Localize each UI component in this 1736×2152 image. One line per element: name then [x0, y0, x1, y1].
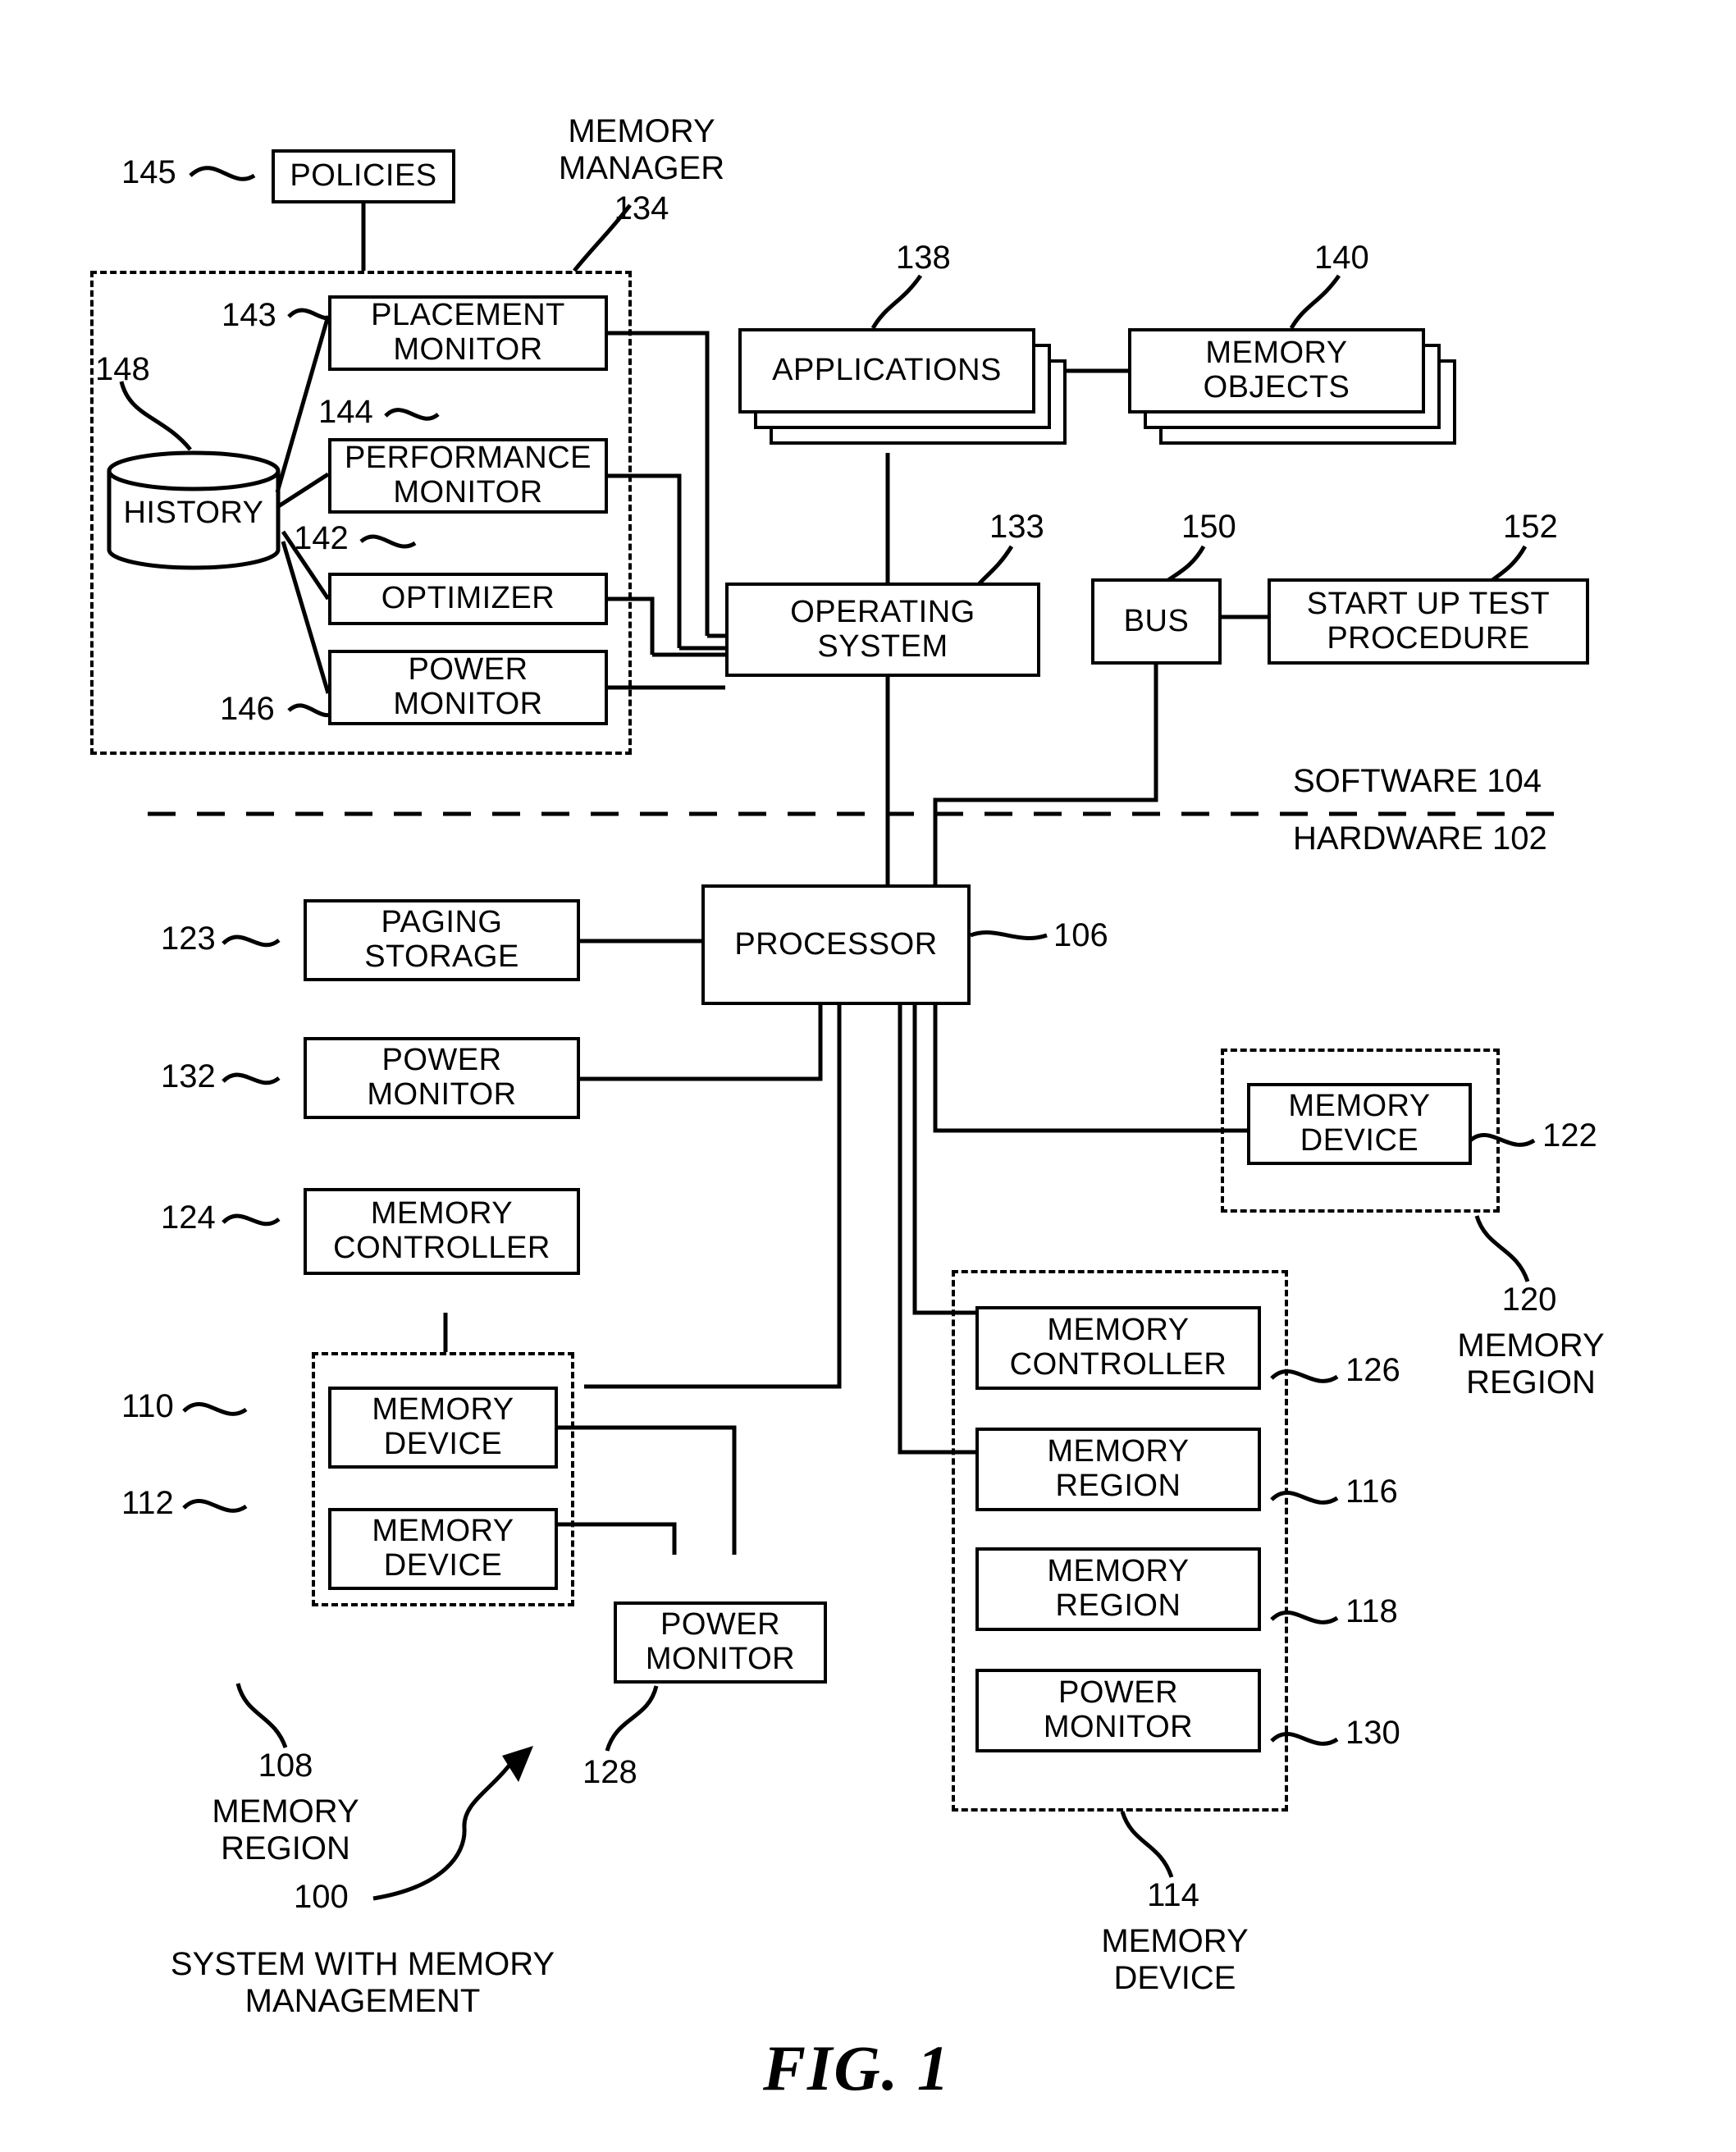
operating-system-block[interactable]: OPERATING SYSTEM [725, 583, 1040, 677]
ref-138: 138 [896, 240, 951, 276]
hardware-layer-label: HARDWARE 102 [1293, 820, 1547, 857]
ref-110: 110 [121, 1388, 174, 1424]
figure-label: FIG. 1 [763, 2032, 951, 2104]
performance-monitor-block[interactable]: PERFORMANCE MONITOR [328, 438, 608, 514]
memory-region-118-label: MEMORY REGION [1047, 1554, 1190, 1623]
power-monitor-128-block[interactable]: POWER MONITOR [614, 1601, 827, 1684]
bus-block[interactable]: BUS [1091, 578, 1222, 665]
system-pointer-arrowhead [502, 1746, 533, 1782]
memory-region-120-title: MEMORY REGION [1457, 1327, 1605, 1400]
applications-block[interactable]: APPLICATIONS [738, 328, 1035, 413]
ref-140: 140 [1314, 240, 1369, 276]
start-up-test-procedure-label: START UP TEST PROCEDURE [1306, 586, 1551, 656]
start-up-test-procedure-block[interactable]: START UP TEST PROCEDURE [1268, 578, 1589, 665]
ref-100: 100 [294, 1879, 349, 1915]
paging-storage-label: PAGING STORAGE [364, 905, 519, 974]
figure-caption: SYSTEM WITH MEMORY MANAGEMENT [170, 1946, 555, 2019]
ref-130: 130 [1345, 1715, 1400, 1751]
power-monitor-146-label: POWER MONITOR [393, 652, 543, 721]
memory-device-114-title: MEMORY DEVICE [1101, 1923, 1249, 1996]
memory-device-122-block[interactable]: MEMORY DEVICE [1247, 1083, 1472, 1165]
ref-143: 143 [222, 297, 276, 333]
power-monitor-128-label: POWER MONITOR [645, 1607, 796, 1676]
memory-device-110-label: MEMORY DEVICE [372, 1392, 514, 1461]
ref-145: 145 [121, 154, 176, 190]
ref-118: 118 [1345, 1593, 1398, 1629]
placement-monitor-block[interactable]: PLACEMENT MONITOR [328, 295, 608, 371]
power-monitor-146-block[interactable]: POWER MONITOR [328, 650, 608, 725]
memory-device-110-block[interactable]: MEMORY DEVICE [328, 1387, 558, 1469]
memory-device-112-label: MEMORY DEVICE [372, 1514, 514, 1583]
applications-stack[interactable]: APPLICATIONS [738, 328, 1067, 459]
ref-146: 146 [220, 691, 275, 727]
power-monitor-132-label: POWER MONITOR [367, 1043, 517, 1112]
memory-objects-stack[interactable]: MEMORY OBJECTS [1128, 328, 1456, 459]
power-monitor-132-block[interactable]: POWER MONITOR [304, 1037, 580, 1119]
patent-figure-page: POLICIES PLACEMENT MONITOR PERFORMANCE M… [0, 0, 1736, 2152]
ref-122: 122 [1542, 1117, 1597, 1154]
ref-150: 150 [1181, 509, 1236, 545]
ref-133: 133 [989, 509, 1044, 545]
ref-128: 128 [582, 1754, 637, 1790]
memory-controller-126-block-real[interactable]: MEMORY CONTROLLER [975, 1306, 1261, 1390]
ref-132: 132 [161, 1058, 216, 1094]
memory-controller-124-label: MEMORY CONTROLLER [333, 1196, 550, 1265]
processor-label: PROCESSOR [734, 926, 938, 962]
paging-storage-block[interactable]: PAGING STORAGE [304, 899, 580, 981]
bus-label: BUS [1123, 603, 1190, 638]
ref-120: 120 [1501, 1282, 1557, 1318]
ref-134: 134 [614, 190, 669, 226]
memory-controller-126-label: MEMORY CONTROLLER [1009, 1313, 1227, 1382]
memory-device-122-label: MEMORY DEVICE [1288, 1089, 1431, 1158]
applications-label: APPLICATIONS [772, 353, 1002, 388]
ref-112: 112 [121, 1485, 174, 1521]
memory-device-112-block[interactable]: MEMORY DEVICE [328, 1508, 558, 1590]
ref-114: 114 [1147, 1877, 1199, 1913]
policies-block[interactable]: POLICIES [272, 149, 455, 203]
software-layer-label: SOFTWARE 104 [1293, 763, 1542, 799]
memory-region-118-block[interactable]: MEMORY REGION [975, 1547, 1261, 1631]
memory-region-108-title: MEMORY REGION [212, 1793, 359, 1866]
power-monitor-130-block[interactable]: POWER MONITOR [975, 1669, 1261, 1752]
history-cylinder[interactable]: HISTORY [105, 450, 282, 571]
ref-144: 144 [318, 394, 373, 430]
memory-region-116-block[interactable]: MEMORY REGION [975, 1428, 1261, 1511]
ref-116: 116 [1345, 1474, 1398, 1510]
ref-123: 123 [161, 921, 216, 957]
memory-objects-block[interactable]: MEMORY OBJECTS [1128, 328, 1425, 413]
memory-manager-title: MEMORY MANAGER [558, 113, 725, 186]
ref-148: 148 [95, 351, 150, 387]
optimizer-block[interactable]: OPTIMIZER [328, 573, 608, 625]
memory-controller-124-block[interactable]: MEMORY CONTROLLER [304, 1188, 580, 1275]
ref-142: 142 [294, 520, 349, 556]
power-monitor-130-label: POWER MONITOR [1043, 1675, 1194, 1744]
optimizer-label: OPTIMIZER [381, 581, 555, 616]
ref-124: 124 [161, 1199, 216, 1236]
operating-system-label: OPERATING SYSTEM [790, 594, 975, 664]
memory-region-116-label: MEMORY REGION [1047, 1434, 1190, 1503]
ref-126: 126 [1345, 1352, 1400, 1388]
ref-106: 106 [1053, 917, 1108, 953]
policies-label: POLICIES [290, 158, 437, 194]
performance-monitor-label: PERFORMANCE MONITOR [344, 441, 592, 509]
ref-152: 152 [1503, 509, 1558, 545]
memory-objects-label: MEMORY OBJECTS [1203, 336, 1350, 404]
placement-monitor-label: PLACEMENT MONITOR [371, 298, 565, 367]
history-label: HISTORY [123, 496, 264, 530]
ref-108: 108 [258, 1748, 313, 1784]
processor-block[interactable]: PROCESSOR [701, 884, 971, 1005]
